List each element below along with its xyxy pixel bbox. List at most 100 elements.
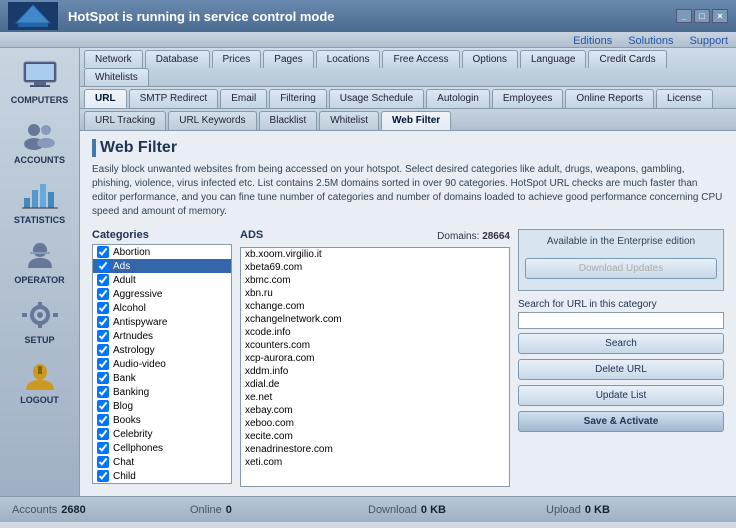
ads-item[interactable]: xbmc.com	[241, 274, 509, 287]
tab-credit-cards[interactable]: Credit Cards	[588, 50, 666, 68]
tab-options[interactable]: Options	[462, 50, 518, 68]
ads-item[interactable]: xecite.com	[241, 430, 509, 443]
minimize-button[interactable]: _	[676, 9, 692, 23]
ads-item[interactable]: xcounters.com	[241, 339, 509, 352]
sidebar-logout-label: LOGOUT	[20, 395, 59, 405]
computer-icon	[16, 57, 64, 93]
category-item[interactable]: Artnudes	[93, 329, 231, 343]
subtab-url-tracking[interactable]: URL Tracking	[84, 111, 166, 130]
category-item[interactable]: Childcare	[93, 483, 231, 484]
ads-item[interactable]: xbn.ru	[241, 287, 509, 300]
category-item[interactable]: Chat	[93, 455, 231, 469]
support-link[interactable]: Support	[689, 35, 728, 47]
tab-autologin[interactable]: Autologin	[426, 89, 490, 108]
accounts-value: 2680	[61, 504, 85, 516]
save-activate-button[interactable]: Save & Activate	[518, 411, 724, 432]
category-item[interactable]: Aggressive	[93, 287, 231, 301]
ads-item[interactable]: xddm.info	[241, 365, 509, 378]
subtab-url-keywords[interactable]: URL Keywords	[168, 111, 256, 130]
ads-item[interactable]: xchange.com	[241, 300, 509, 313]
category-item[interactable]: Books	[93, 413, 231, 427]
tab-employees[interactable]: Employees	[492, 89, 563, 108]
ads-item[interactable]: xbeta69.com	[241, 261, 509, 274]
solutions-link[interactable]: Solutions	[628, 35, 673, 47]
tab-online-reports[interactable]: Online Reports	[565, 89, 654, 108]
tab-language[interactable]: Language	[520, 50, 587, 68]
update-list-button[interactable]: Update List	[518, 385, 724, 406]
tab-license[interactable]: License	[656, 89, 712, 108]
delete-url-button[interactable]: Delete URL	[518, 359, 724, 380]
subtab-whitelist[interactable]: Whitelist	[319, 111, 379, 130]
main-columns: Categories AbortionAdsAdultAggressiveAlc…	[92, 229, 724, 496]
sidebar-item-logout[interactable]: LOGOUT	[4, 352, 76, 410]
tab-free-access[interactable]: Free Access	[382, 50, 459, 68]
status-accounts: Accounts 2680	[12, 504, 190, 516]
domains-count: Domains: 28664	[437, 231, 510, 242]
app-title: HotSpot is running in service control mo…	[68, 9, 335, 24]
search-input[interactable]	[518, 312, 724, 329]
tab-network[interactable]: Network	[84, 50, 143, 68]
ads-item[interactable]: xcp-aurora.com	[241, 352, 509, 365]
subtab-web-filter[interactable]: Web Filter	[381, 111, 451, 130]
sidebar: COMPUTERS ACCOUNTS	[0, 48, 80, 496]
top-navigation: Editions Solutions Support	[0, 32, 736, 48]
sidebar-item-statistics[interactable]: STATISTICS	[4, 172, 76, 230]
ads-item[interactable]: xeboo.com	[241, 417, 509, 430]
close-button[interactable]: ×	[712, 9, 728, 23]
search-button[interactable]: Search	[518, 333, 724, 354]
subtab-blacklist[interactable]: Blacklist	[259, 111, 318, 130]
tab-smtp-redirect[interactable]: SMTP Redirect	[129, 89, 219, 108]
category-item[interactable]: Alcohol	[93, 301, 231, 315]
sidebar-item-operator[interactable]: OPERATOR	[4, 232, 76, 290]
category-item[interactable]: Blog	[93, 399, 231, 413]
maximize-button[interactable]: □	[694, 9, 710, 23]
tab-url[interactable]: URL	[84, 89, 127, 108]
ads-header: ADS Domains: 28664	[240, 229, 510, 244]
tab-email[interactable]: Email	[220, 89, 267, 108]
categories-list[interactable]: AbortionAdsAdultAggressiveAlcoholAntispy…	[92, 244, 232, 484]
category-item[interactable]: Audio-video	[93, 357, 231, 371]
category-item[interactable]: Child	[93, 469, 231, 483]
category-item[interactable]: Adult	[93, 273, 231, 287]
editions-link[interactable]: Editions	[573, 35, 612, 47]
category-item[interactable]: Astrology	[93, 343, 231, 357]
category-item[interactable]: Abortion	[93, 245, 231, 259]
ads-item[interactable]: xcode.info	[241, 326, 509, 339]
ads-item[interactable]: xeti.com	[241, 456, 509, 469]
tab-usage-schedule[interactable]: Usage Schedule	[329, 89, 424, 108]
category-item[interactable]: Bank	[93, 371, 231, 385]
tab-prices[interactable]: Prices	[212, 50, 262, 68]
category-item[interactable]: Banking	[93, 385, 231, 399]
title-bar: HotSpot is running in service control mo…	[0, 0, 736, 32]
tab-filtering[interactable]: Filtering	[269, 89, 327, 108]
page-description: Easily block unwanted websites from bein…	[92, 163, 724, 219]
ads-list[interactable]: xb.xoom.virgilio.itxbeta69.comxbmc.comxb…	[240, 247, 510, 487]
category-item[interactable]: Antispyware	[93, 315, 231, 329]
sidebar-setup-label: SETUP	[24, 335, 54, 345]
category-item[interactable]: Cellphones	[93, 441, 231, 455]
sidebar-statistics-label: STATISTICS	[14, 215, 65, 225]
category-item[interactable]: Ads	[93, 259, 231, 273]
accounts-label: Accounts	[12, 504, 57, 516]
tab-database[interactable]: Database	[145, 50, 210, 68]
sidebar-item-computers[interactable]: COMPUTERS	[4, 52, 76, 110]
tab-pages[interactable]: Pages	[263, 50, 313, 68]
ads-item[interactable]: xenadrinestore.com	[241, 443, 509, 456]
tab-locations[interactable]: Locations	[316, 50, 381, 68]
download-updates-button[interactable]: Download Updates	[525, 258, 717, 279]
tab-row-3: URL Tracking URL Keywords Blacklist Whit…	[80, 109, 736, 131]
category-item[interactable]: Celebrity	[93, 427, 231, 441]
categories-label: Categories	[92, 229, 232, 241]
sidebar-item-accounts[interactable]: ACCOUNTS	[4, 112, 76, 170]
ads-item[interactable]: xdial.de	[241, 378, 509, 391]
tab-whitelists[interactable]: Whitelists	[84, 68, 149, 86]
ads-item[interactable]: xe.net	[241, 391, 509, 404]
window-controls[interactable]: _ □ ×	[676, 9, 728, 23]
setup-icon	[16, 297, 64, 333]
actions-column: Available in the Enterprise edition Down…	[518, 229, 724, 496]
sidebar-item-setup[interactable]: SETUP	[4, 292, 76, 350]
ads-item[interactable]: xb.xoom.virgilio.it	[241, 248, 509, 261]
ads-item[interactable]: xchangelnetwork.com	[241, 313, 509, 326]
ads-item[interactable]: xebay.com	[241, 404, 509, 417]
download-value: 0 KB	[421, 504, 446, 516]
